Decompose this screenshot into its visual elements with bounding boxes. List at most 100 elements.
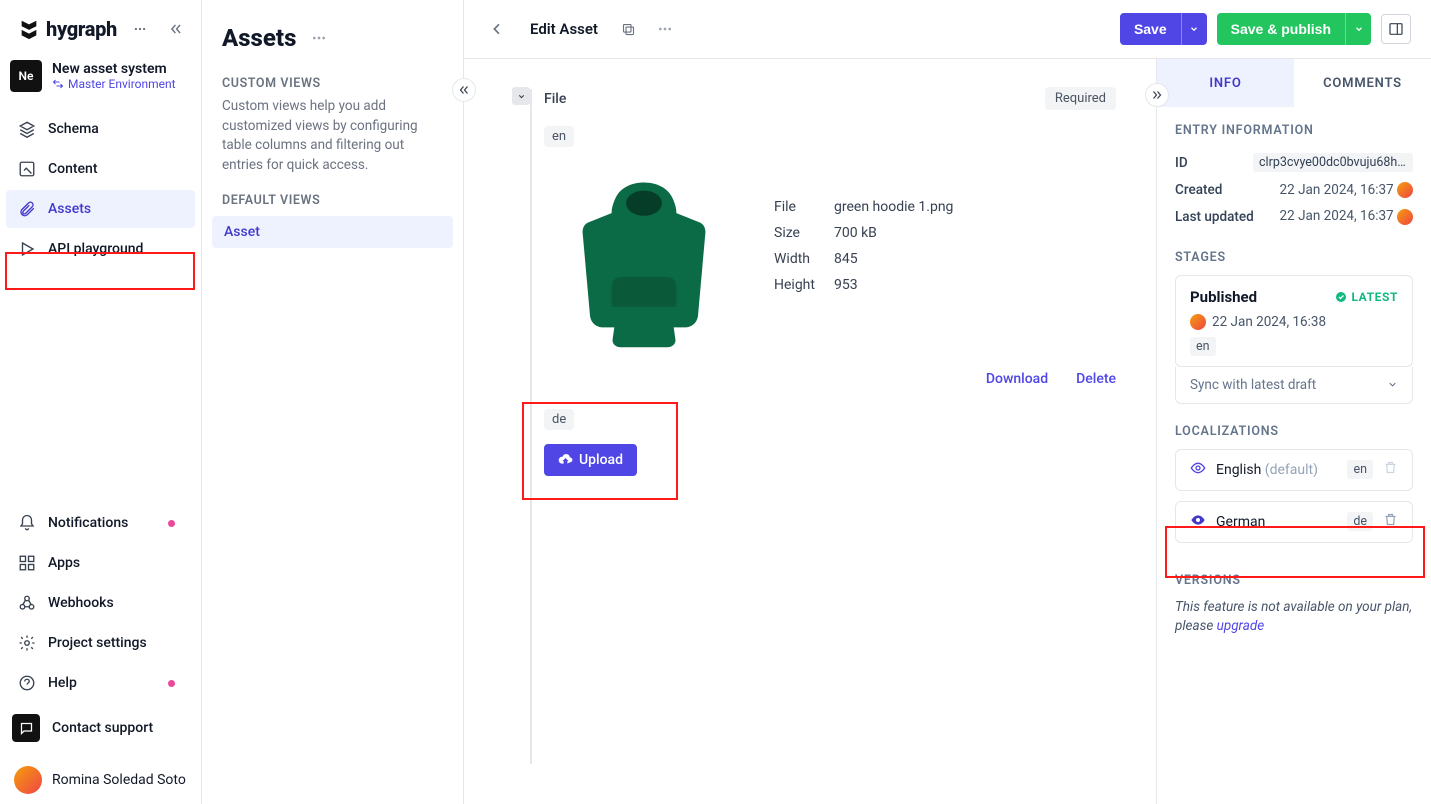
toggle-info-panel-icon[interactable]: [1381, 14, 1411, 44]
save-publish-dropdown-icon[interactable]: [1345, 13, 1371, 45]
delete-link[interactable]: Delete: [1076, 371, 1116, 387]
primary-sidebar: hygraph Ne New asset system Master Envir…: [0, 0, 202, 804]
user-name: Romina Soledad Soto: [52, 772, 186, 788]
play-icon: [18, 240, 36, 258]
secondary-title: Assets: [222, 24, 296, 52]
help-icon: [18, 674, 36, 692]
collapse-info-panel-icon[interactable]: [1145, 83, 1169, 107]
info-panel: INFO COMMENTS ENTRY INFORMATION IDclrp3c…: [1156, 59, 1431, 804]
help-dot: [168, 680, 175, 687]
primary-nav: Schema Content Assets API playground: [0, 106, 201, 272]
view-asset[interactable]: Asset: [212, 216, 453, 248]
page-title: Edit Asset: [530, 20, 598, 38]
localization-de[interactable]: German de: [1175, 501, 1413, 543]
primary-nav-bottom: Notifications Apps Webhooks Project sett…: [0, 500, 201, 756]
locale-chip-en: en: [544, 126, 574, 147]
current-user[interactable]: Romina Soledad Soto: [0, 756, 201, 804]
localization-en[interactable]: English (default) en: [1175, 449, 1413, 491]
project-badge: Ne: [10, 60, 42, 92]
upgrade-link[interactable]: upgrade: [1217, 618, 1265, 634]
eye-icon: [1190, 512, 1206, 532]
timeline-line: [530, 89, 532, 764]
nav-apps[interactable]: Apps: [6, 544, 195, 582]
save-dropdown-icon[interactable]: [1181, 13, 1207, 45]
project-name: New asset system: [52, 61, 176, 77]
secondary-more-icon[interactable]: [306, 25, 332, 51]
layers-icon: [18, 120, 36, 138]
upload-button[interactable]: Upload: [544, 444, 637, 476]
trash-icon[interactable]: [1383, 512, 1398, 531]
nav-notifications[interactable]: Notifications: [6, 504, 195, 542]
meta-width: 845: [834, 251, 858, 267]
entry-information-section: ENTRY INFORMATION IDclrp3cvye00dc0bvuju6…: [1175, 123, 1413, 230]
download-link[interactable]: Download: [986, 371, 1048, 387]
asset-image: [554, 169, 734, 349]
nav-webhooks[interactable]: Webhooks: [6, 584, 195, 622]
webhook-icon: [18, 594, 36, 612]
asset-preview: [544, 159, 744, 359]
latest-badge: LATEST: [1335, 290, 1398, 304]
locale-chip-de: de: [544, 409, 574, 430]
stages-section: STAGES Published LATEST 22 Jan 2024, 16:…: [1175, 250, 1413, 404]
save-publish-button-group: Save & publish: [1217, 13, 1371, 45]
top-toolbar: Edit Asset Save Save & publish: [464, 0, 1431, 58]
main-panel: Edit Asset Save Save & publish: [464, 0, 1431, 804]
project-switcher[interactable]: Ne New asset system Master Environment: [10, 60, 191, 92]
brand-name: hygraph: [46, 17, 117, 41]
meta-height: 953: [834, 277, 858, 293]
meta-size: 700 kB: [834, 225, 877, 241]
nav-contact-support[interactable]: Contact support: [6, 704, 195, 752]
stage-name: Published: [1190, 288, 1257, 306]
chat-badge-icon: [12, 714, 40, 742]
meta-file: green hoodie 1.png: [834, 199, 953, 215]
nav-content[interactable]: Content: [6, 150, 195, 188]
back-icon[interactable]: [484, 16, 510, 42]
required-badge: Required: [1045, 87, 1116, 110]
entry-id[interactable]: clrp3cvye00dc0bvuju68hqlv: [1253, 153, 1413, 172]
gear-icon: [18, 634, 36, 652]
file-field-label: File: [544, 91, 566, 107]
nav-api-playground[interactable]: API playground: [6, 230, 195, 268]
updated-avatar: [1397, 209, 1413, 225]
form-column: File Required en Filegreen hoodie 1.png …: [464, 59, 1156, 804]
grid-icon: [18, 554, 36, 572]
hygraph-logo-icon: [18, 18, 40, 40]
nav-help[interactable]: Help: [6, 664, 195, 702]
created-avatar: [1397, 182, 1413, 198]
save-publish-button[interactable]: Save & publish: [1217, 13, 1345, 45]
custom-views-desc: Custom views help you add customized vie…: [202, 95, 463, 189]
chevron-down-icon: [1387, 379, 1398, 390]
updated-at: 22 Jan 2024, 16:37: [1280, 208, 1394, 224]
trash-icon[interactable]: [1383, 460, 1398, 479]
versions-section: VERSIONS This feature is not available o…: [1175, 573, 1413, 637]
toolbar-more-icon[interactable]: [652, 16, 678, 42]
paperclip-icon: [18, 200, 36, 218]
nav-schema[interactable]: Schema: [6, 110, 195, 148]
upload-cloud-icon: [558, 453, 573, 468]
stage-time: 22 Jan 2024, 16:38: [1212, 314, 1326, 330]
timeline-chevron-icon[interactable]: [512, 87, 530, 105]
info-tab-comments[interactable]: COMMENTS: [1294, 59, 1431, 107]
edit-icon: [18, 160, 36, 178]
view-list: Asset: [202, 212, 463, 252]
asset-meta: Filegreen hoodie 1.png Size700 kB Width8…: [774, 199, 953, 293]
user-avatar: [14, 766, 42, 794]
bell-icon: [18, 514, 36, 532]
stage-avatar: [1190, 314, 1206, 330]
copy-icon[interactable]: [616, 16, 642, 42]
custom-views-label: CUSTOM VIEWS: [202, 72, 463, 95]
collapse-secondary-sidebar-icon[interactable]: [452, 78, 476, 102]
nav-assets[interactable]: Assets: [6, 190, 195, 228]
project-environment: Master Environment: [52, 77, 176, 91]
collapse-primary-sidebar-icon[interactable]: [163, 16, 189, 42]
eye-icon: [1190, 460, 1206, 480]
info-tab-info[interactable]: INFO: [1157, 59, 1294, 107]
save-button[interactable]: Save: [1120, 13, 1181, 45]
notification-dot: [168, 520, 175, 527]
sync-dropdown[interactable]: Sync with latest draft: [1175, 367, 1413, 404]
stage-locale-chip: en: [1190, 337, 1216, 356]
secondary-sidebar: Assets CUSTOM VIEWS Custom views help yo…: [202, 0, 464, 804]
nav-project-settings[interactable]: Project settings: [6, 624, 195, 662]
brand-more-icon[interactable]: [127, 16, 153, 42]
default-views-label: DEFAULT VIEWS: [202, 189, 463, 212]
